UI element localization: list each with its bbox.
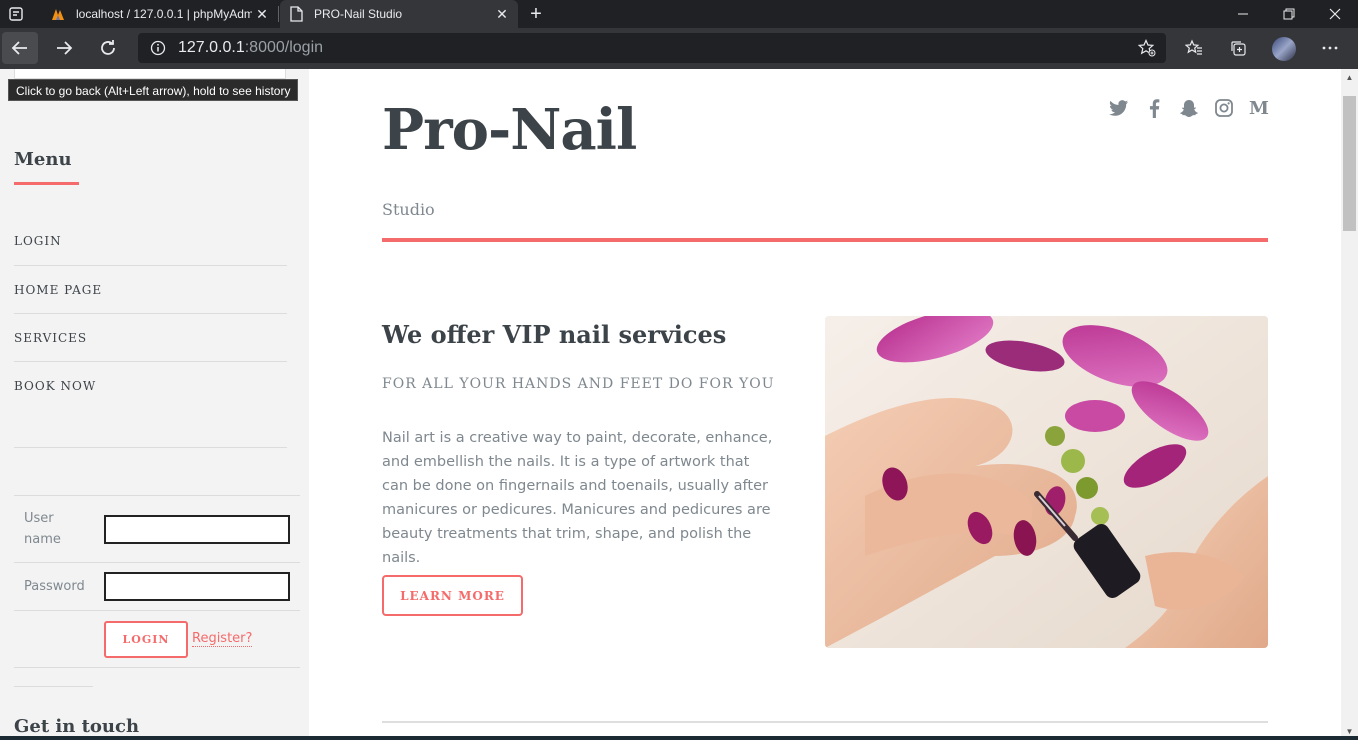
- password-input[interactable]: [104, 572, 290, 601]
- page-favicon-icon: [288, 6, 304, 22]
- url-text: 127.0.0.1:8000/login: [178, 39, 323, 57]
- instagram-icon[interactable]: [1214, 98, 1234, 118]
- snapchat-icon[interactable]: [1179, 98, 1199, 118]
- facebook-icon[interactable]: [1144, 98, 1164, 118]
- sidebar-item-services[interactable]: SERVICES: [14, 313, 287, 361]
- password-label: Password: [24, 579, 85, 594]
- tab-actions-icon[interactable]: [8, 6, 24, 22]
- tab-title: localhost / 127.0.0.1 | phpMyAdmin: [76, 7, 252, 21]
- site-info-icon[interactable]: [138, 40, 178, 56]
- menu-heading-underline: [14, 182, 79, 185]
- sidebar-item-login[interactable]: LOGIN: [14, 217, 287, 265]
- sidebar-item-home-page[interactable]: HOME PAGE: [14, 265, 287, 313]
- url-host: 127.0.0.1: [178, 39, 245, 56]
- sidebar-item-book-now[interactable]: BOOK NOW: [14, 361, 287, 409]
- page-scrollbar[interactable]: ▲ ▼: [1341, 69, 1358, 740]
- sidebar-search-box[interactable]: [14, 69, 286, 79]
- sidebar: Menu LOGIN HOME PAGE SERVICES BOOK NOW U…: [0, 69, 309, 740]
- address-bar[interactable]: 127.0.0.1:8000/login: [138, 33, 1166, 63]
- username-label: User name: [24, 511, 61, 547]
- taskbar-edge: [0, 736, 1358, 740]
- main-content: Pro-Nail Studio M We offer VIP nail serv…: [309, 69, 1341, 740]
- password-row: Password: [14, 563, 300, 611]
- section-divider: [382, 721, 1268, 723]
- hero-title: We offer VIP nail services: [382, 320, 727, 349]
- forward-button[interactable]: [46, 32, 82, 64]
- login-form: User name Password LOGIN Register?: [14, 495, 300, 668]
- hero-description: Nail art is a creative way to paint, dec…: [382, 430, 773, 566]
- sidebar-divider: [14, 447, 287, 448]
- browser-tab-pronail[interactable]: PRO-Nail Studio ✕: [280, 0, 518, 28]
- new-tab-button[interactable]: +: [524, 2, 548, 26]
- nail-art-image: [825, 316, 1268, 648]
- learn-more-button[interactable]: LEARN MORE: [382, 575, 523, 616]
- sidebar-menu: LOGIN HOME PAGE SERVICES BOOK NOW: [14, 217, 287, 409]
- login-button[interactable]: LOGIN: [104, 620, 188, 658]
- browser-toolbar: 127.0.0.1:8000/login: [0, 28, 1358, 69]
- tab-separator: [278, 6, 279, 22]
- register-link[interactable]: Register?: [192, 631, 253, 647]
- url-path: :8000/login: [244, 39, 324, 56]
- browser-tab-bar: localhost / 127.0.0.1 | phpMyAdmin ✕ PRO…: [0, 0, 1358, 28]
- tab-close-icon[interactable]: ✕: [252, 6, 272, 23]
- tab-title: PRO-Nail Studio: [314, 7, 403, 21]
- hero-subtitle: FOR ALL YOUR HANDS AND FEET DO FOR YOU: [382, 376, 775, 392]
- scroll-up-icon[interactable]: ▲: [1341, 69, 1358, 86]
- site-logo[interactable]: Pro-Nail: [382, 97, 637, 163]
- scrollbar-thumb[interactable]: [1343, 96, 1356, 231]
- more-options-icon[interactable]: [1312, 32, 1348, 64]
- back-button-tooltip: Click to go back (Alt+Left arrow), hold …: [8, 79, 299, 101]
- username-row: User name: [14, 496, 300, 563]
- favorites-icon[interactable]: [1176, 32, 1212, 64]
- add-favorite-icon[interactable]: [1137, 39, 1156, 62]
- login-actions-row: LOGIN Register?: [14, 611, 300, 668]
- header-divider: [382, 238, 1268, 242]
- get-in-touch-heading: Get in touch: [14, 716, 140, 737]
- reload-button[interactable]: [90, 32, 126, 64]
- phpmyadmin-favicon-icon: [50, 6, 66, 22]
- profile-avatar[interactable]: [1272, 37, 1296, 61]
- tab-close-icon[interactable]: ✕: [492, 6, 512, 23]
- back-button[interactable]: [2, 32, 38, 64]
- sidebar-short-divider: [14, 686, 93, 687]
- browser-tab-phpmyadmin[interactable]: localhost / 127.0.0.1 | phpMyAdmin ✕: [42, 0, 278, 28]
- restore-button[interactable]: [1266, 0, 1312, 28]
- twitter-icon[interactable]: [1109, 98, 1129, 118]
- close-window-button[interactable]: [1312, 0, 1358, 28]
- username-input[interactable]: [104, 514, 290, 544]
- social-links: M: [1109, 97, 1269, 119]
- menu-heading: Menu: [14, 149, 72, 170]
- collections-icon[interactable]: [1220, 32, 1256, 64]
- site-subtitle: Studio: [382, 200, 435, 219]
- medium-icon[interactable]: M: [1249, 98, 1269, 119]
- minimize-button[interactable]: [1220, 0, 1266, 28]
